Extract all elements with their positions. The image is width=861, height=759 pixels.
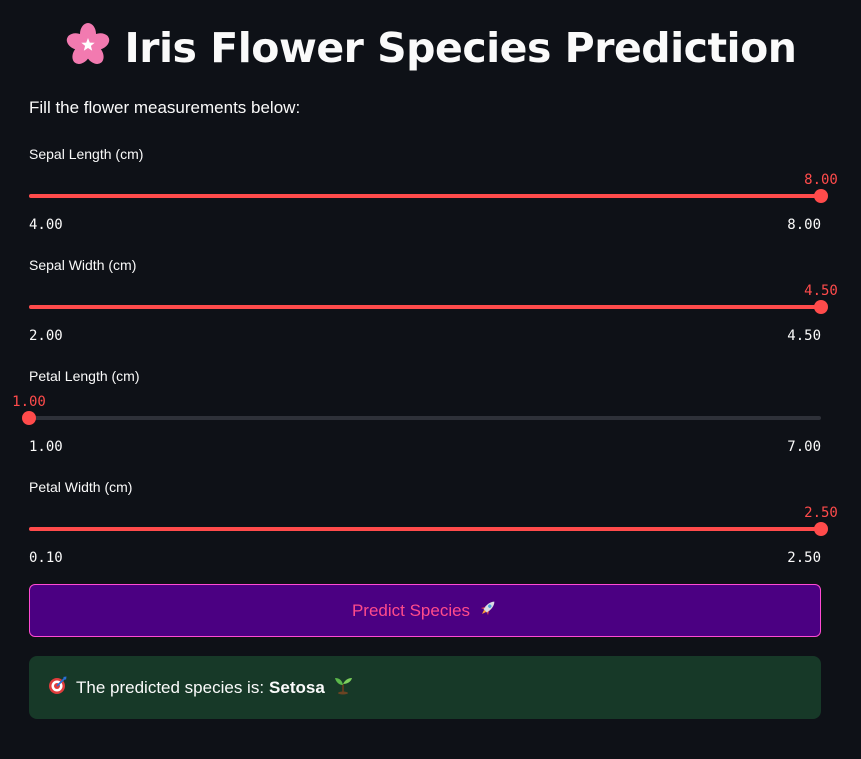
slider-thumb[interactable] [814, 189, 828, 203]
slider-petal-length[interactable]: Petal Length (cm) 1.00 1.00 7.00 [12, 368, 823, 468]
rocket-icon [478, 598, 498, 623]
slider-track[interactable] [29, 194, 821, 198]
slider-min: 4.00 [29, 217, 63, 233]
slider-sepal-length[interactable]: Sepal Length (cm) 8.00 4.00 8.00 [29, 146, 838, 246]
slider-min: 2.00 [29, 328, 63, 344]
slider-label: Petal Width (cm) [29, 479, 133, 495]
slider-min: 1.00 [29, 439, 63, 455]
slider-label: Sepal Length (cm) [29, 146, 144, 162]
title-text: Iris Flower Species Prediction [124, 24, 797, 72]
predicted-species: Setosa [269, 677, 325, 697]
slider-min: 0.10 [29, 550, 63, 566]
slider-thumb[interactable] [814, 522, 828, 536]
slider-petal-width[interactable]: Petal Width (cm) 2.50 0.10 2.50 [29, 479, 838, 579]
predict-species-button[interactable]: Predict Species [29, 584, 821, 637]
page-title: Iris Flower Species Prediction [0, 22, 861, 78]
prediction-result: The predicted species is: Setosa [29, 656, 821, 719]
app-page: Iris Flower Species Prediction Fill the … [0, 0, 861, 759]
cherry-blossom-icon [65, 22, 111, 78]
slider-sepal-width[interactable]: Sepal Width (cm) 4.50 2.00 4.50 [29, 257, 838, 357]
sprout-icon [333, 675, 353, 700]
slider-track[interactable] [29, 527, 821, 531]
slider-max: 2.50 [787, 550, 821, 566]
slider-value: 1.00 [12, 394, 46, 410]
slider-fill [29, 194, 821, 198]
slider-thumb[interactable] [22, 411, 36, 425]
slider-max: 8.00 [787, 217, 821, 233]
slider-fill [29, 527, 821, 531]
slider-label: Petal Length (cm) [29, 368, 140, 384]
slider-max: 7.00 [787, 439, 821, 455]
slider-value: 8.00 [804, 172, 838, 188]
slider-track[interactable] [29, 305, 821, 309]
slider-label: Sepal Width (cm) [29, 257, 137, 273]
slider-fill [29, 305, 821, 309]
slider-track[interactable] [29, 416, 821, 420]
target-icon [48, 675, 68, 700]
slider-value: 4.50 [804, 283, 838, 299]
predict-button-label: Predict Species [351, 600, 471, 620]
slider-max: 4.50 [787, 328, 821, 344]
slider-value: 2.50 [804, 505, 838, 521]
intro-text: Fill the flower measurements below: [29, 98, 301, 117]
slider-thumb[interactable] [814, 300, 828, 314]
result-prefix: The predicted species is: [76, 677, 265, 697]
